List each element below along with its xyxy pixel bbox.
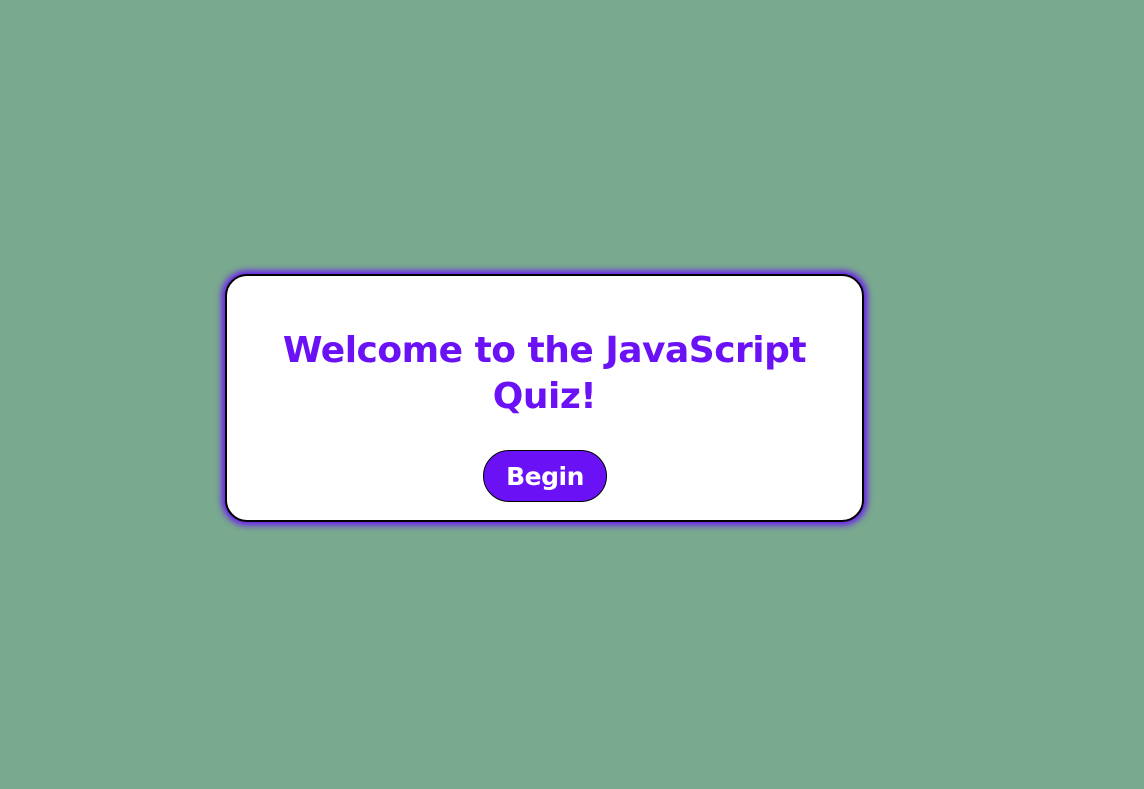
welcome-card: Welcome to the JavaScript Quiz! Begin [225, 274, 864, 522]
page-title: Welcome to the JavaScript Quiz! [282, 330, 807, 417]
begin-button[interactable]: Begin [483, 450, 607, 502]
